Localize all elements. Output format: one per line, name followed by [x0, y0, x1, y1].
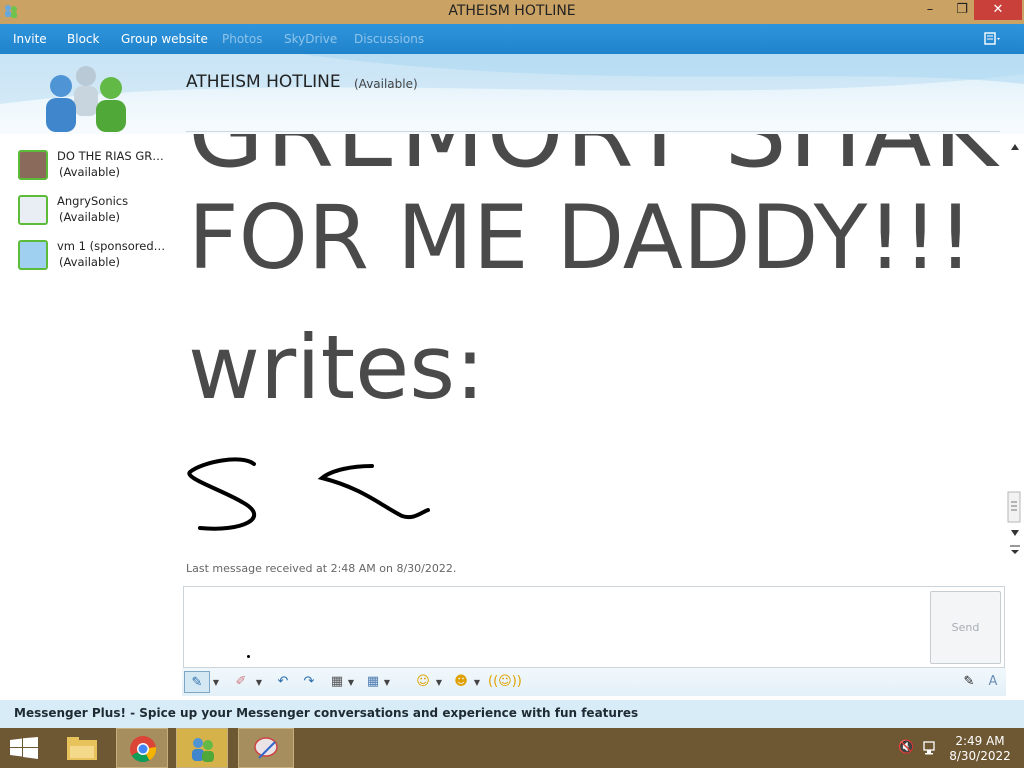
handwriting-pen-icon[interactable]: ✎	[184, 671, 210, 693]
last-message-info: Last message received at 2:48 AM on 8/30…	[186, 562, 457, 575]
network-icon[interactable]	[922, 740, 938, 756]
contact-item[interactable]: DO THE RIAS GRE... (Available)	[18, 149, 168, 186]
scroll-up-arrow-icon	[1011, 144, 1019, 150]
contact-item[interactable]: AngrySonics (Available)	[18, 194, 168, 231]
header-background	[0, 54, 1024, 104]
taskbar-paint-app[interactable]	[238, 728, 294, 768]
contact-avatar	[18, 240, 48, 270]
message-history[interactable]: GREMORY SHAKER FOR ME DADDY!!! writes:	[182, 134, 1004, 554]
close-button[interactable]: ✕	[974, 0, 1022, 20]
taskbar-chrome[interactable]	[116, 728, 168, 768]
scroll-thumb	[1007, 491, 1021, 523]
eraser-dropdown-icon[interactable]: ▼	[254, 671, 264, 693]
messenger-icon	[192, 738, 214, 762]
wink-icon[interactable]: ☻	[450, 671, 472, 693]
chat-status: (Available)	[354, 77, 418, 91]
contact-status: (Available)	[59, 165, 121, 179]
taskbar: 🔇 2:49 AM 8/30/2022	[0, 728, 1024, 768]
contact-avatar	[18, 195, 48, 225]
chat-title: ATHEISM HOTLINE	[186, 72, 341, 92]
font-icon[interactable]: A	[982, 671, 1004, 693]
menu-discussions: Discussions	[354, 32, 425, 46]
history-scrollbar[interactable]	[1006, 140, 1024, 560]
system-clock[interactable]: 2:49 AM 8/30/2022	[946, 734, 1014, 764]
menu-invite[interactable]: Invite	[13, 32, 47, 46]
messenger-plus-banner[interactable]: Messenger Plus! - Spice up your Messenge…	[0, 700, 1024, 728]
minimize-button[interactable]: –	[914, 0, 946, 20]
menu-skydrive: SkyDrive	[284, 32, 338, 46]
menu-photos: Photos	[222, 32, 263, 46]
folder-icon	[67, 737, 97, 760]
contact-name: vm 1 (sponsored ...	[57, 239, 167, 253]
contact-status: (Available)	[59, 255, 121, 269]
pen-size-icon[interactable]: ▦	[326, 671, 348, 693]
history-line: writes:	[188, 316, 485, 419]
options-menu-icon[interactable]	[984, 32, 1002, 46]
contact-avatar	[18, 150, 48, 180]
nudge-icon[interactable]: ((☺))	[488, 671, 522, 693]
send-button[interactable]: Send	[930, 591, 1001, 664]
contact-name: AngrySonics	[57, 194, 129, 208]
contact-status: (Available)	[59, 210, 121, 224]
message-input[interactable]	[183, 586, 1005, 668]
history-top-border	[186, 131, 1000, 132]
emoticon-dropdown-icon[interactable]: ▼	[434, 671, 444, 693]
chrome-icon	[130, 736, 157, 763]
title-bar: ATHEISM HOTLINE – ❐ ✕	[0, 0, 1024, 24]
input-toolbar: ✎ ▼ ✐ ▼ ↶ ↷ ▦ ▼ ▦ ▼ ☺ ▼ ☻ ▼ ((☺)) ✎ A	[182, 668, 1006, 696]
undo-icon[interactable]: ↶	[272, 671, 294, 693]
handwriting-ink	[187, 457, 430, 531]
ink-dot	[247, 655, 250, 658]
window-title: ATHEISM HOTLINE	[448, 3, 576, 19]
wink-dropdown-icon[interactable]: ▼	[472, 671, 482, 693]
banner-text: Messenger Plus! - Spice up your Messenge…	[14, 706, 639, 720]
clock-time: 2:49 AM	[955, 734, 1005, 748]
grid-dropdown-icon[interactable]: ▼	[382, 671, 392, 693]
handwrite-mode-icon[interactable]: ✎	[958, 671, 980, 693]
eraser-icon[interactable]: ✐	[230, 671, 252, 693]
taskbar-messenger[interactable]	[176, 728, 228, 768]
taskbar-file-explorer[interactable]	[56, 728, 108, 768]
history-line: GREMORY SHAKER	[188, 134, 1004, 190]
menu-group-website[interactable]: Group website	[121, 32, 208, 46]
history-line: FOR ME DADDY!!!	[188, 186, 974, 289]
windows-start-icon[interactable]	[10, 737, 38, 759]
pen-dropdown-icon[interactable]: ▼	[211, 671, 221, 693]
menu-block[interactable]: Block	[67, 32, 99, 46]
contact-item[interactable]: vm 1 (sponsored ... (Available)	[18, 239, 168, 276]
scroll-down-arrow-icon	[1011, 530, 1019, 536]
contact-name: DO THE RIAS GRE...	[57, 149, 167, 163]
emoticon-icon[interactable]: ☺	[412, 671, 434, 693]
volume-muted-icon[interactable]: 🔇	[898, 740, 914, 756]
redo-icon[interactable]: ↷	[298, 671, 320, 693]
pen-size-dropdown-icon[interactable]: ▼	[346, 671, 356, 693]
paint-icon	[254, 737, 278, 759]
clock-date: 8/30/2022	[949, 749, 1011, 763]
menu-bar: Invite Block Group website Photos SkyDri…	[0, 24, 1024, 54]
conversation-header	[0, 54, 1024, 134]
background-grid-icon[interactable]: ▦	[362, 671, 384, 693]
messenger-people-logo	[46, 66, 126, 132]
